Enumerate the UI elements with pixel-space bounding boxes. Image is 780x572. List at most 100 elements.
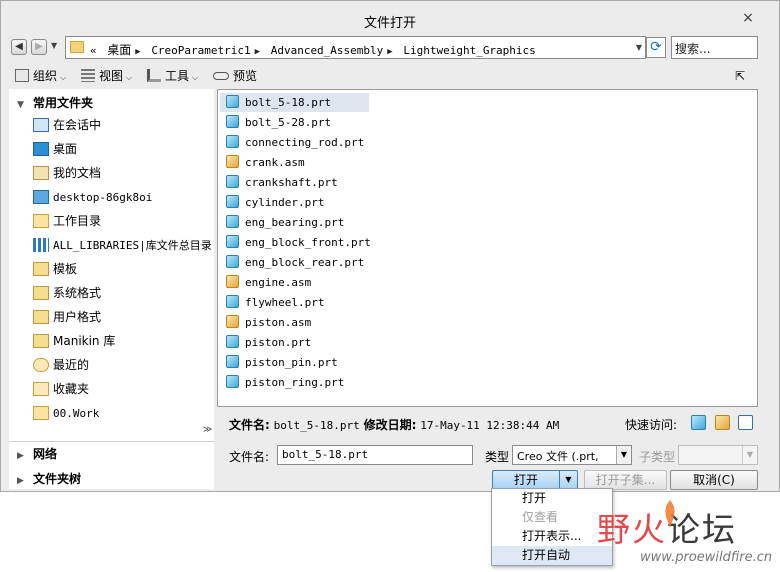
preview-label: 预览 <box>233 69 258 83</box>
subtype-label: 子类型 <box>639 450 676 464</box>
file-item[interactable]: connecting_rod.prt <box>220 133 369 152</box>
file-item[interactable]: piston.asm <box>220 313 369 332</box>
open-options-menu: 打开 仅查看 打开表示... 打开自动 <box>491 488 613 566</box>
sidebar-item-in-session[interactable]: 在会话中 <box>33 115 101 135</box>
file-item[interactable]: cylinder.prt <box>220 193 369 212</box>
file-name: piston.asm <box>245 316 312 329</box>
info-modified-value: 17-May-11 12:38:44 AM <box>420 419 560 432</box>
breadcrumb-advanced-assembly[interactable]: Advanced_Assembly <box>271 44 384 57</box>
refresh-button[interactable]: ⟳ <box>646 37 666 58</box>
file-item[interactable]: bolt_5-18.prt <box>220 93 369 112</box>
quick-access-part-icon[interactable] <box>691 415 706 430</box>
file-name: piston_ring.prt <box>245 376 345 389</box>
sidebar-item-working-directory[interactable]: 工作目录 <box>33 211 101 231</box>
file-item[interactable]: eng_block_rear.prt <box>220 253 369 272</box>
file-item[interactable]: crankshaft.prt <box>220 173 369 192</box>
part-file-icon <box>226 375 239 388</box>
filename-label: 文件名: <box>229 450 270 464</box>
sidebar-item-computer[interactable]: desktop-86gk8oi <box>33 187 152 207</box>
file-item[interactable]: bolt_5-28.prt <box>220 113 369 132</box>
back-button[interactable]: ◀ <box>11 39 27 55</box>
file-item[interactable]: piston_ring.prt <box>220 373 369 392</box>
file-item[interactable]: eng_bearing.prt <box>220 213 369 232</box>
network-header[interactable]: ▶ 网络 <box>17 445 57 462</box>
breadcrumb-desktop[interactable]: 桌面 <box>107 43 131 57</box>
open-dropdown-icon[interactable]: ▼ <box>559 471 577 489</box>
filename-input[interactable]: bolt_5-18.prt <box>277 445 473 465</box>
part-file-icon <box>226 215 239 228</box>
close-icon[interactable]: × <box>740 10 756 26</box>
collapse-triangle-icon: ▼ <box>17 100 24 110</box>
folder-tree-header[interactable]: ▶ 文件夹树 <box>17 470 81 487</box>
file-name: eng_block_rear.prt <box>245 256 365 269</box>
breadcrumb-separator-icon[interactable]: ▶ <box>135 47 140 57</box>
breadcrumb-separator-icon[interactable]: ▶ <box>387 47 392 57</box>
template-folder-icon <box>33 262 49 276</box>
sidebar-item-favorites[interactable]: 收藏夹 <box>33 379 89 399</box>
sidebar-item-system-formats[interactable]: 系统格式 <box>33 283 101 303</box>
folder-icon <box>70 41 84 53</box>
part-file-icon <box>226 235 239 248</box>
file-item[interactable]: eng_block_front.prt <box>220 233 371 252</box>
sidebar-item-user-formats[interactable]: 用户格式 <box>33 307 101 327</box>
sidebar-item-all-libraries[interactable]: ALL_LIBRARIES|库文件总目录 <box>33 235 212 255</box>
quick-access-label: 快速访问: <box>625 418 678 432</box>
menu-item-open[interactable]: 打开 <box>492 489 612 508</box>
forward-button[interactable]: ▶ <box>31 39 47 55</box>
file-name: eng_block_front.prt <box>245 236 371 249</box>
file-type-select[interactable]: Creo 文件 (.prt, ▼ <box>512 445 632 465</box>
file-list[interactable]: bolt_5-18.prt bolt_5-28.prt connecting_r… <box>217 89 758 407</box>
preview-toggle[interactable]: 预览 <box>213 67 257 85</box>
info-filename-label: 文件名: <box>229 418 270 432</box>
breadcrumb-lightweight-graphics[interactable]: Lightweight_Graphics <box>403 44 535 57</box>
common-folders-header[interactable]: ▼ 常用文件夹 <box>17 94 93 111</box>
file-item[interactable]: piston_pin.prt <box>220 353 369 372</box>
open-button[interactable]: 打开 ▼ <box>492 470 578 490</box>
address-dropdown-icon[interactable]: ▼ <box>636 43 642 52</box>
file-name: crank.asm <box>245 156 305 169</box>
sidebar-item-templates[interactable]: 模板 <box>33 259 77 279</box>
breadcrumb-separator-icon[interactable]: ▶ <box>255 47 260 57</box>
organize-menu[interactable]: 组织 ⌵ <box>15 67 66 85</box>
tools-menu[interactable]: 工具 ⌵ <box>147 67 198 85</box>
network-label: 网络 <box>33 447 58 461</box>
part-file-icon <box>226 115 239 128</box>
cancel-button[interactable]: 取消(C) <box>670 470 758 490</box>
breadcrumb-overflow[interactable]: « <box>90 44 97 57</box>
file-item[interactable]: flywheel.prt <box>220 293 369 312</box>
info-filename-value: bolt_5-18.prt <box>273 419 360 432</box>
menu-item-open-representation[interactable]: 打开表示... <box>492 527 612 546</box>
expand-more-icon[interactable]: ≫ <box>203 425 212 435</box>
file-item[interactable]: engine.asm <box>220 273 369 292</box>
breadcrumb: « 桌面 ▶ CreoParametric1 ▶ Advanced_Assembly… <box>90 41 540 58</box>
search-input[interactable]: 搜索... <box>671 36 758 59</box>
user-format-folder-icon <box>33 310 49 324</box>
sidebar-item-desktop[interactable]: 桌面 <box>33 139 77 159</box>
sidebar-item-recent[interactable]: 最近的 <box>33 355 89 375</box>
address-bar[interactable]: « 桌面 ▶ CreoParametric1 ▶ Advanced_Assembly… <box>65 36 646 59</box>
organize-icon <box>15 69 29 82</box>
flame-icon <box>665 500 675 528</box>
chevron-down-icon: ⌵ <box>60 73 67 82</box>
part-file-icon <box>226 255 239 268</box>
sidebar-item-00-work[interactable]: 00.Work <box>33 403 99 423</box>
menu-item-view-only: 仅查看 <box>522 510 559 524</box>
quick-access-assembly-icon[interactable] <box>715 415 730 430</box>
sidebar-item-my-documents[interactable]: 我的文档 <box>33 163 101 183</box>
view-menu[interactable]: 视图 ⌵ <box>81 67 132 85</box>
file-name: piston_pin.prt <box>245 356 338 369</box>
menu-item-open-automatic[interactable]: 打开自动 <box>492 546 612 565</box>
sidebar-item-label: 系统格式 <box>53 286 102 300</box>
session-monitor-icon <box>33 118 49 132</box>
folder-tree-label: 文件夹树 <box>33 472 82 486</box>
history-dropdown-icon[interactable]: ▼ <box>51 41 57 50</box>
quick-access-drawing-icon[interactable] <box>738 415 753 430</box>
desktop-icon <box>33 142 49 156</box>
sidebar-item-label: 用户格式 <box>53 310 102 324</box>
breadcrumb-creoparametric[interactable]: CreoParametric1 <box>151 44 250 57</box>
sidebar-item-manikin-library[interactable]: Manikin 库 <box>33 331 115 351</box>
file-item[interactable]: piston.prt <box>220 333 369 352</box>
help-pointer-icon[interactable]: ⇱ <box>735 67 745 85</box>
file-item[interactable]: crank.asm <box>220 153 369 172</box>
sidebar-item-label: 桌面 <box>53 142 78 156</box>
